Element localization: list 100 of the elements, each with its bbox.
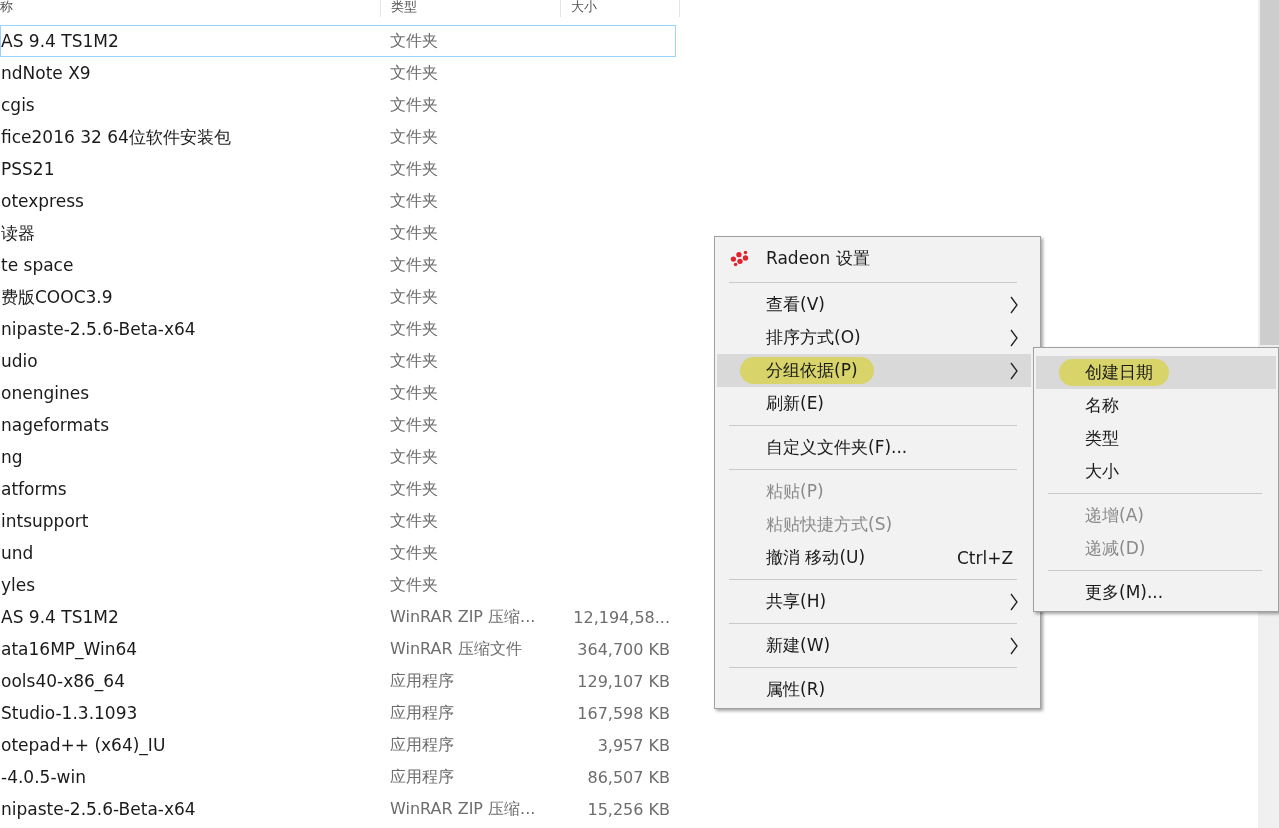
- file-type: 文件夹: [390, 30, 439, 52]
- menu-item[interactable]: 自定义文件夹(F)...: [717, 431, 1031, 464]
- file-row[interactable]: AS 9.4 TS1M2 WinRAR ZIP 压缩... 12,194,58...: [0, 601, 676, 633]
- file-name: und: [1, 543, 35, 563]
- file-row[interactable]: 费版COOC3.9 文件夹: [0, 281, 676, 313]
- menu-item[interactable]: 刷新(E): [717, 387, 1031, 420]
- file-size: 12,194,58...: [572, 607, 670, 627]
- menu-item[interactable]: 查看(V): [717, 288, 1031, 321]
- file-type: 文件夹: [390, 542, 439, 564]
- file-type: 应用程序: [390, 702, 455, 724]
- file-size: 364,700 KB: [576, 639, 670, 659]
- file-type: 应用程序: [390, 766, 455, 788]
- file-type: 文件夹: [390, 286, 439, 308]
- file-name: otexpress: [1, 191, 85, 211]
- file-type: 文件夹: [390, 382, 439, 404]
- file-type: 文件夹: [390, 510, 439, 532]
- file-name: 读器: [1, 221, 36, 245]
- column-header[interactable]: 大小: [561, 0, 680, 17]
- column-header[interactable]: 类型: [381, 0, 561, 17]
- file-type: 文件夹: [390, 574, 439, 596]
- file-type: 应用程序: [390, 670, 455, 692]
- file-name: atforms: [1, 479, 68, 499]
- file-name: otepad++ (x64)_IU: [1, 735, 167, 755]
- file-row[interactable]: intsupport 文件夹: [0, 505, 676, 537]
- menu-item[interactable]: Radeon 设置: [717, 239, 1031, 277]
- file-row[interactable]: fice2016 32 64位软件安装包 文件夹: [0, 121, 676, 153]
- file-row[interactable]: atforms 文件夹: [0, 473, 676, 505]
- file-name: udio: [1, 351, 39, 371]
- file-type: WinRAR ZIP 压缩...: [390, 798, 537, 820]
- scrollbar-thumb[interactable]: [1260, 0, 1279, 345]
- file-name: ata16MP_Win64: [1, 639, 139, 659]
- file-row[interactable]: Studio-1.3.1093 应用程序 167,598 KB: [0, 697, 676, 729]
- file-row[interactable]: 读器 文件夹: [0, 217, 676, 249]
- file-size: 86,507 KB: [586, 767, 670, 787]
- menu-item[interactable]: 共享(H): [717, 585, 1031, 618]
- file-row[interactable]: te space 文件夹: [0, 249, 676, 281]
- file-size: 15,256 KB: [586, 799, 670, 819]
- menu-item[interactable]: 类型: [1036, 422, 1276, 455]
- file-type: 文件夹: [390, 414, 439, 436]
- file-name: ndNote X9: [1, 63, 92, 83]
- file-type: 文件夹: [390, 62, 439, 84]
- file-type: 文件夹: [390, 222, 439, 244]
- file-row[interactable]: ng 文件夹: [0, 441, 676, 473]
- file-size: 3,957 KB: [596, 735, 670, 755]
- file-row[interactable]: PSS21 文件夹: [0, 153, 676, 185]
- menu-item[interactable]: 大小: [1036, 455, 1276, 488]
- file-row[interactable]: ndNote X9 文件夹: [0, 57, 676, 89]
- file-row[interactable]: ools40-x86_64 应用程序 129,107 KB: [0, 665, 676, 697]
- column-header[interactable]: 称: [0, 0, 381, 17]
- file-type: 文件夹: [390, 94, 439, 116]
- file-name: nipaste-2.5.6-Beta-x64: [1, 319, 197, 339]
- file-type: 文件夹: [390, 190, 439, 212]
- file-row[interactable]: AS 9.4 TS1M2 文件夹: [0, 25, 676, 57]
- file-type: WinRAR ZIP 压缩...: [390, 606, 537, 628]
- file-row[interactable]: nipaste-2.5.6-Beta-x64 文件夹: [0, 313, 676, 345]
- file-name: nageformats: [1, 415, 111, 435]
- file-row[interactable]: onengines 文件夹: [0, 377, 676, 409]
- menu-item[interactable]: 分组依据(P): [717, 354, 1031, 387]
- file-name: fice2016 32 64位软件安装包: [1, 125, 232, 149]
- file-type: 文件夹: [390, 254, 439, 276]
- file-row[interactable]: yles 文件夹: [0, 569, 676, 601]
- file-type: WinRAR 压缩文件: [390, 638, 523, 660]
- file-name: PSS21: [1, 159, 56, 179]
- file-row[interactable]: ata16MP_Win64 WinRAR 压缩文件 364,700 KB: [0, 633, 676, 665]
- file-row[interactable]: und 文件夹: [0, 537, 676, 569]
- file-type: 文件夹: [390, 158, 439, 180]
- file-name: te space: [1, 255, 75, 275]
- file-name: ools40-x86_64: [1, 671, 126, 691]
- file-size: 129,107 KB: [576, 671, 670, 691]
- menu-item[interactable]: 名称: [1036, 389, 1276, 422]
- menu-item[interactable]: 新建(W): [717, 629, 1031, 662]
- file-name: -4.0.5-win: [1, 767, 87, 787]
- file-row[interactable]: otepad++ (x64)_IU 应用程序 3,957 KB: [0, 729, 676, 761]
- menu-item[interactable]: 撤消 移动(U) Ctrl+Z: [717, 541, 1031, 574]
- file-type: 文件夹: [390, 350, 439, 372]
- file-name: 费版COOC3.9: [1, 285, 114, 309]
- menu-item[interactable]: 创建日期: [1036, 356, 1276, 389]
- file-row[interactable]: udio 文件夹: [0, 345, 676, 377]
- file-row[interactable]: otexpress 文件夹: [0, 185, 676, 217]
- file-name: AS 9.4 TS1M2: [1, 607, 120, 627]
- file-type: 应用程序: [390, 734, 455, 756]
- menu-item[interactable]: 属性(R): [717, 673, 1031, 706]
- file-name: AS 9.4 TS1M2: [1, 31, 120, 51]
- file-name: onengines: [1, 383, 90, 403]
- file-name: Studio-1.3.1093: [1, 703, 139, 723]
- file-row[interactable]: cgis 文件夹: [0, 89, 676, 121]
- menu-item[interactable]: 排序方式(O): [717, 321, 1031, 354]
- file-name: cgis: [1, 95, 36, 115]
- file-row[interactable]: nageformats 文件夹: [0, 409, 676, 441]
- file-name: yles: [1, 575, 37, 595]
- file-name: nipaste-2.5.6-Beta-x64: [1, 799, 197, 819]
- file-size: 167,598 KB: [576, 703, 670, 723]
- file-row[interactable]: -4.0.5-win 应用程序 86,507 KB: [0, 761, 676, 793]
- file-row[interactable]: nipaste-2.5.6-Beta-x64 WinRAR ZIP 压缩... 15,256 KB: [0, 793, 676, 825]
- file-type: 文件夹: [390, 126, 439, 148]
- radeon-icon: [729, 249, 751, 267]
- file-name: ng: [1, 447, 24, 467]
- file-type: 文件夹: [390, 318, 439, 340]
- file-name: intsupport: [1, 511, 90, 531]
- menu-item[interactable]: 更多(M)...: [1036, 576, 1276, 609]
